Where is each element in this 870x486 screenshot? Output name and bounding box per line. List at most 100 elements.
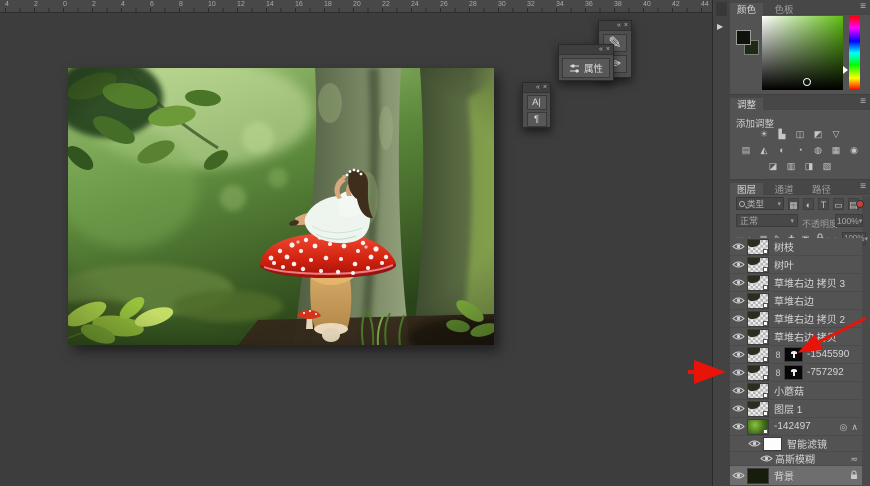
collapsed-panel-stub[interactable]	[716, 2, 727, 16]
panel-menu-icon[interactable]: ≡	[860, 96, 866, 107]
visibility-eye-icon[interactable]	[746, 439, 763, 448]
layer-name[interactable]: 小蘑菇	[774, 383, 804, 398]
adjustment-brightness-contrast-icon[interactable]: ☀	[757, 128, 771, 140]
layer-name[interactable]: 高斯模糊	[775, 451, 815, 466]
adjustment-channel-mixer-icon[interactable]: ◍	[811, 144, 825, 156]
visibility-eye-icon[interactable]	[730, 260, 747, 269]
adjustment-invert-icon[interactable]: ◉	[847, 144, 861, 156]
layer-row[interactable]: -142497 ◎∧	[730, 418, 862, 436]
layer-name[interactable]: 树叶	[774, 257, 794, 272]
tab-adjustments[interactable]: 调整	[730, 98, 763, 113]
layer-thumbnail[interactable]	[747, 275, 769, 291]
tab-channels[interactable]: 通道	[767, 183, 800, 198]
smart-filter-indicator-icon[interactable]: ◎	[840, 422, 848, 432]
layer-thumbnail[interactable]	[747, 383, 769, 399]
layer-name[interactable]: 智能滤镜	[787, 436, 827, 451]
layer-row[interactable]: 草堆右边 拷贝	[730, 328, 862, 346]
close-panel-icon[interactable]: ×	[543, 84, 547, 91]
layer-mask-thumbnail[interactable]	[784, 347, 803, 362]
panel-group-header[interactable]: « ×	[559, 45, 613, 55]
layer-filter-kind-dropdown[interactable]: 类型	[736, 197, 784, 210]
type-panel-group[interactable]: « × A| ¶	[522, 82, 551, 128]
hue-slider-marker[interactable]	[843, 66, 848, 74]
layer-thumbnail[interactable]	[747, 257, 769, 273]
visibility-eye-icon[interactable]	[730, 368, 747, 377]
layer-row[interactable]: 背景	[730, 466, 862, 486]
layer-filter-toggle[interactable]	[856, 200, 864, 208]
hue-slider[interactable]	[849, 16, 860, 90]
layer-name[interactable]: 树枝	[774, 239, 794, 254]
layer-thumbnail[interactable]	[747, 293, 769, 309]
layer-row[interactable]: 树叶	[730, 256, 862, 274]
saturation-brightness-field[interactable]	[762, 16, 843, 90]
layer-thumbnail[interactable]	[747, 311, 769, 327]
layer-row[interactable]: 小蘑菇	[730, 382, 862, 400]
color-picker-marker[interactable]	[803, 78, 811, 86]
expand-dock-icon[interactable]: ▶	[717, 22, 723, 31]
filter-shape-layers-icon[interactable]: ▭	[833, 198, 844, 210]
filter-adjustment-layers-icon[interactable]: ◐	[803, 198, 814, 210]
blend-mode-dropdown[interactable]: 正常	[736, 214, 798, 227]
panel-menu-icon[interactable]: ≡	[860, 1, 866, 12]
adjustment-black-white-icon[interactable]: ◐	[775, 144, 789, 156]
smart-filters-thumbnail[interactable]	[763, 437, 782, 451]
close-panel-icon[interactable]: ×	[624, 22, 628, 29]
filter-type-layers-icon[interactable]: T	[818, 198, 829, 210]
canvas-document[interactable]	[68, 68, 494, 345]
visibility-eye-icon[interactable]	[730, 404, 747, 413]
layer-row[interactable]: 高斯模糊 ≂	[730, 452, 862, 466]
layer-name[interactable]: 草堆右边 拷贝 3	[774, 275, 845, 290]
filter-pixel-layers-icon[interactable]: ▦	[788, 198, 799, 210]
tab-layers[interactable]: 图层	[730, 183, 763, 198]
panel-group-header[interactable]: « ×	[523, 83, 550, 93]
layer-name[interactable]: 图层 1	[774, 401, 802, 416]
paragraph-panel-button[interactable]: ¶	[527, 112, 547, 127]
layer-name[interactable]: 草堆右边 拷贝 2	[774, 311, 845, 326]
layer-name[interactable]: 草堆右边	[774, 293, 814, 308]
layer-thumbnail[interactable]	[747, 239, 769, 255]
visibility-eye-icon[interactable]	[730, 422, 747, 431]
opacity-field[interactable]: 100%	[835, 214, 863, 227]
adjustment-levels-icon[interactable]: ▙	[775, 128, 789, 140]
panel-group-header[interactable]: « ×	[599, 21, 631, 31]
layer-name[interactable]: -142497	[774, 421, 811, 432]
tab-color[interactable]: 颜色	[730, 3, 763, 18]
character-panel-button[interactable]: A|	[527, 95, 547, 110]
collapse-panel-icon[interactable]: «	[536, 84, 540, 91]
collapse-smart-filters-icon[interactable]: ∧	[851, 422, 858, 432]
adjustment-selective-color-icon[interactable]: ▧	[820, 160, 834, 172]
layer-thumbnail[interactable]	[747, 401, 769, 417]
visibility-eye-icon[interactable]	[730, 471, 747, 480]
layer-row[interactable]: 树枝	[730, 238, 862, 256]
layer-name[interactable]: -1545590	[807, 349, 849, 360]
layer-row[interactable]: 图层 1	[730, 400, 862, 418]
layer-row[interactable]: 草堆右边 拷贝 3	[730, 274, 862, 292]
visibility-eye-icon[interactable]	[730, 278, 747, 287]
collapsed-dock-spine[interactable]: ▶	[712, 0, 730, 486]
layer-row[interactable]: 草堆右边 拷贝 2	[730, 310, 862, 328]
adjustment-curves-icon[interactable]: ◫	[793, 128, 807, 140]
tab-paths[interactable]: 路径	[805, 183, 838, 198]
properties-button[interactable]: 属性	[562, 58, 610, 78]
adjustment-vibrance-icon[interactable]: ▽	[829, 128, 843, 140]
visibility-eye-icon[interactable]	[758, 454, 775, 463]
adjustment-hue-saturation-icon[interactable]: ▤	[739, 144, 753, 156]
visibility-eye-icon[interactable]	[730, 314, 747, 323]
adjustment-photo-filter-icon[interactable]: ◔	[793, 144, 807, 156]
visibility-eye-icon[interactable]	[730, 332, 747, 341]
adjustment-exposure-icon[interactable]: ◩	[811, 128, 825, 140]
layer-thumbnail[interactable]	[747, 468, 769, 484]
close-panel-icon[interactable]: ×	[606, 46, 610, 53]
layer-thumbnail[interactable]	[747, 347, 769, 363]
filter-blend-options-icon[interactable]: ≂	[850, 454, 858, 464]
panel-menu-icon[interactable]: ≡	[860, 181, 866, 192]
collapse-panel-icon[interactable]: «	[617, 22, 621, 29]
layer-mask-thumbnail[interactable]	[784, 365, 803, 380]
smart-object-thumbnail[interactable]	[747, 419, 769, 435]
layer-name[interactable]: 背景	[774, 468, 794, 483]
adjustment-color-balance-icon[interactable]: ◭	[757, 144, 771, 156]
adjustment-threshold-icon[interactable]: ▥	[784, 160, 798, 172]
visibility-eye-icon[interactable]	[730, 242, 747, 251]
visibility-eye-icon[interactable]	[730, 296, 747, 305]
collapse-panel-icon[interactable]: «	[599, 46, 603, 53]
